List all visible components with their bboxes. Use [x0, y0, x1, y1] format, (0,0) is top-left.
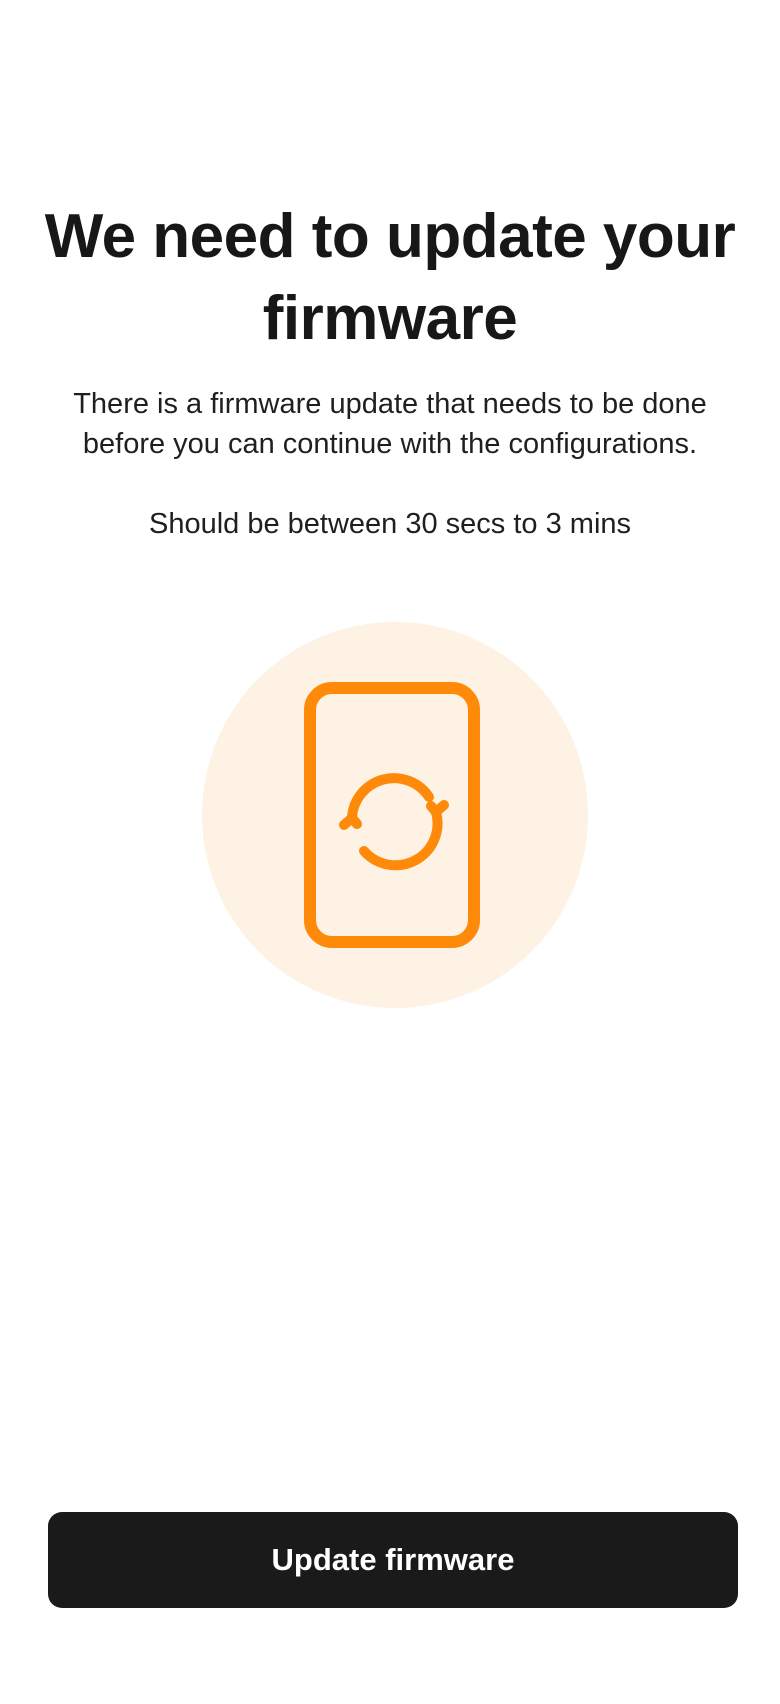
sync-arrows-icon: [339, 773, 449, 871]
update-firmware-button[interactable]: Update firmware: [48, 1512, 738, 1608]
page-title: We need to update your firmware: [44, 202, 736, 353]
phone-sync-icon: [304, 682, 480, 948]
update-description: There is a firmware update that needs to…: [73, 388, 707, 460]
phone-outline-icon: [304, 682, 480, 948]
duration-note: Should be between 30 secs to 3 mins: [148, 508, 632, 540]
firmware-illustration: [202, 622, 588, 1008]
